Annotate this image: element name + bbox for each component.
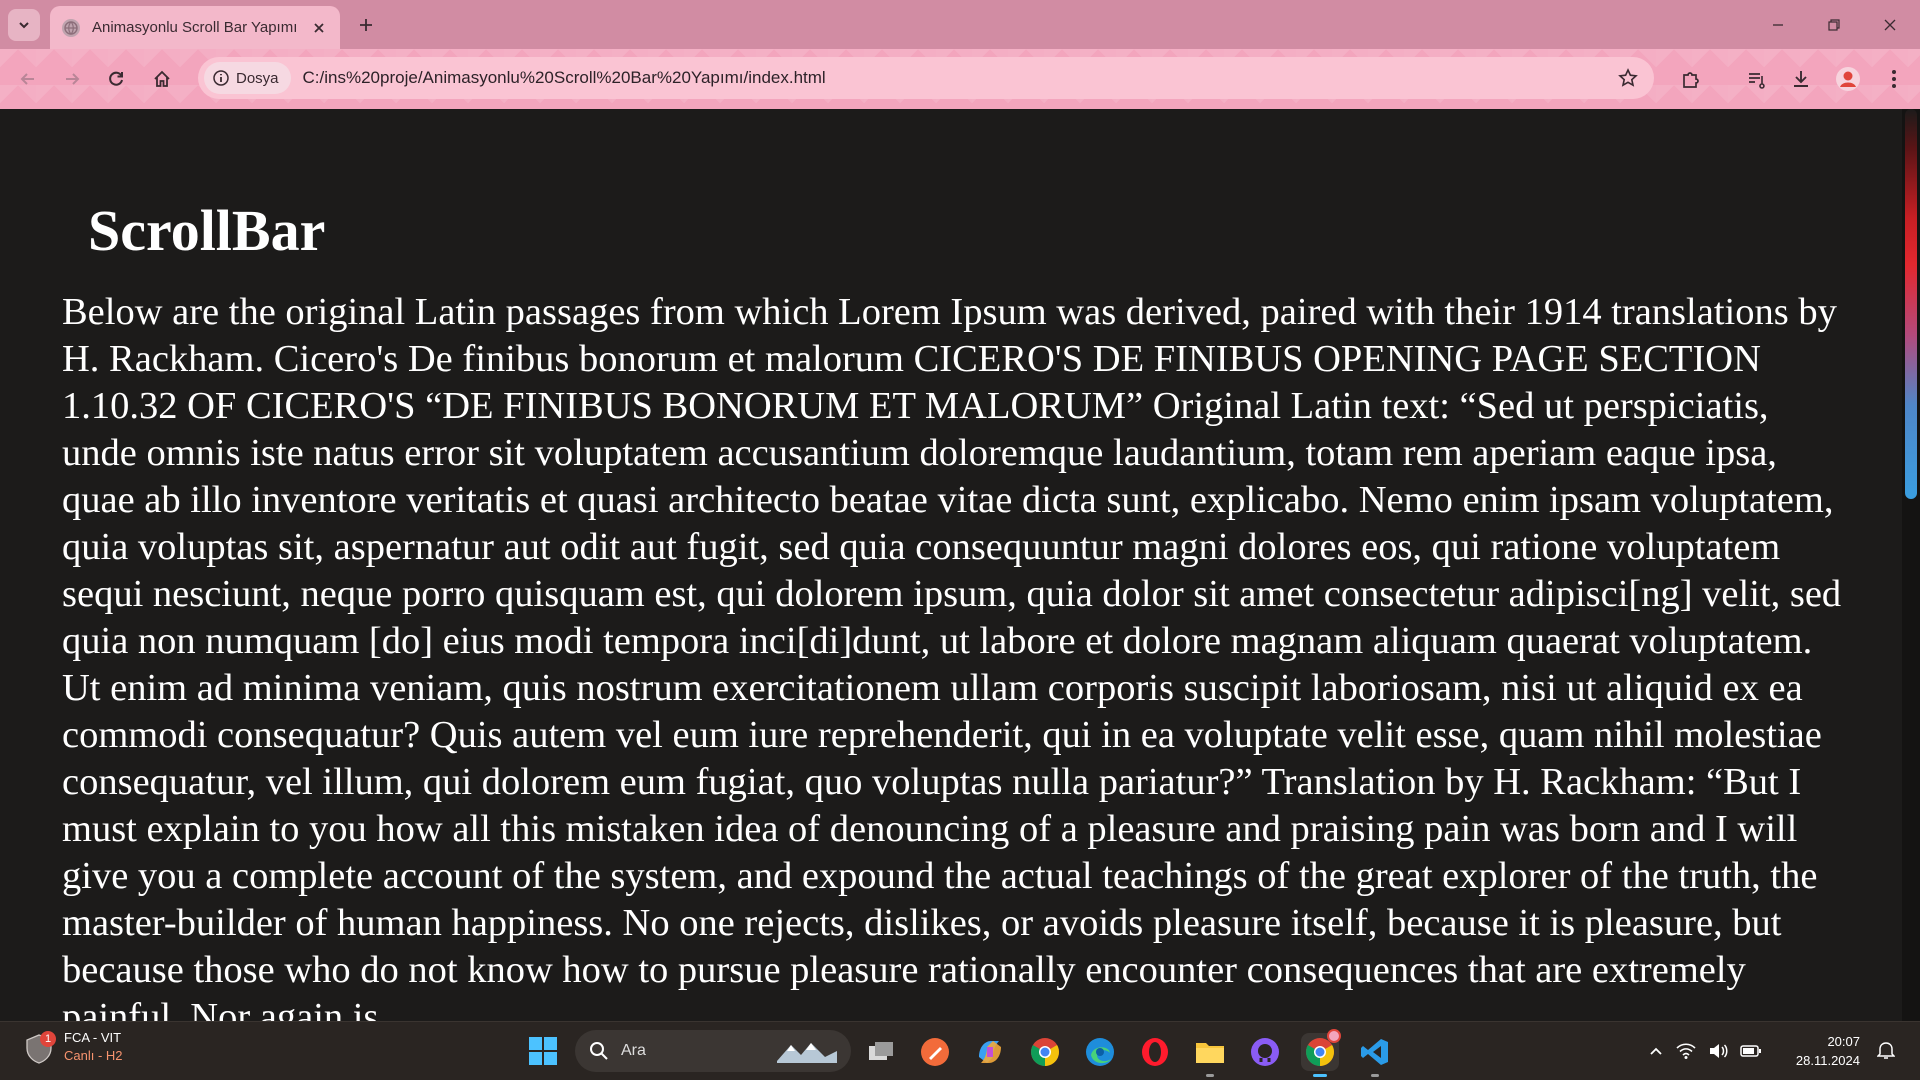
scrollbar-thumb[interactable] <box>1905 109 1917 499</box>
pen-app-icon <box>921 1038 949 1066</box>
taskbar-app-chrome-profile[interactable] <box>1301 1029 1341 1077</box>
wifi-icon[interactable] <box>1676 1042 1696 1060</box>
taskbar-app-github[interactable] <box>1246 1033 1284 1071</box>
tab-search-button[interactable] <box>8 9 40 41</box>
taskbar-app-copilot[interactable] <box>971 1033 1009 1071</box>
close-icon <box>1884 19 1896 30</box>
media-controls-button[interactable] <box>1739 61 1775 97</box>
puzzle-icon <box>1683 72 1699 88</box>
minimize-button[interactable] <box>1750 0 1806 49</box>
page-title: ScrollBar <box>88 198 326 263</box>
chrome-icon <box>1031 1038 1059 1066</box>
bookmark-button[interactable] <box>1612 62 1644 94</box>
extensions-button[interactable] <box>1673 61 1709 97</box>
browser-menu-button[interactable] <box>1876 61 1912 97</box>
page-paragraph: Below are the original Latin passages fr… <box>62 291 1842 1021</box>
new-tab-button[interactable] <box>352 11 380 39</box>
tab-strip: Animasyonlu Scroll Bar Yapımı <box>0 0 1920 49</box>
download-icon <box>1794 71 1808 87</box>
home-button[interactable] <box>144 61 180 97</box>
downloads-button[interactable] <box>1783 61 1819 97</box>
task-view-icon <box>869 1042 893 1060</box>
taskbar-app-vscode[interactable] <box>1356 1033 1394 1077</box>
arrow-left-icon <box>20 73 34 85</box>
copilot-icon <box>979 1041 1001 1063</box>
system-tray <box>1648 1030 1762 1072</box>
taskbar-search[interactable]: Ara <box>575 1030 851 1072</box>
taskbar-app-chrome[interactable] <box>1026 1033 1064 1071</box>
taskbar-app-sketch[interactable] <box>916 1033 954 1071</box>
opera-icon <box>1142 1038 1168 1066</box>
arrow-right-icon <box>66 73 80 85</box>
task-view-button[interactable] <box>862 1033 900 1071</box>
back-button[interactable] <box>10 61 46 97</box>
site-info-chip[interactable]: Dosya <box>204 62 291 94</box>
start-button[interactable] <box>526 1034 560 1068</box>
clock[interactable]: 20:07 28.11.2024 <box>1780 1032 1860 1070</box>
forward-button[interactable] <box>54 61 90 97</box>
web-page: ScrollBar Below are the original Latin p… <box>0 109 1920 1021</box>
battery-icon[interactable] <box>1740 1043 1762 1059</box>
profile-button[interactable] <box>1830 61 1866 97</box>
widget-subtitle: Canlı - H2 <box>64 1048 123 1063</box>
site-chip-label: Dosya <box>236 69 279 87</box>
chevron-up-icon[interactable] <box>1648 1043 1664 1059</box>
clock-time: 20:07 <box>1827 1034 1860 1049</box>
close-window-button[interactable] <box>1862 0 1918 49</box>
url-text[interactable]: C:/ins%20proje/Animasyonlu%20Scroll%20Ba… <box>303 68 826 88</box>
taskbar-app-opera[interactable] <box>1136 1033 1174 1071</box>
tab-title: Animasyonlu Scroll Bar Yapımı <box>92 19 298 36</box>
globe-icon <box>62 18 80 37</box>
info-icon <box>213 70 229 86</box>
search-icon <box>590 1042 608 1060</box>
edge-icon <box>1086 1038 1114 1066</box>
mountains-sketch-icon <box>777 1043 837 1063</box>
browser-tab[interactable]: Animasyonlu Scroll Bar Yapımı <box>50 6 340 49</box>
address-bar[interactable]: Dosya C:/ins%20proje/Animasyonlu%20Scrol… <box>198 57 1654 99</box>
active-indicator <box>1313 1074 1327 1077</box>
home-icon <box>154 70 170 87</box>
reload-icon <box>109 71 123 86</box>
running-indicator <box>1206 1074 1214 1077</box>
github-icon <box>1251 1038 1279 1066</box>
folder-icon <box>1196 1043 1224 1063</box>
volume-icon[interactable] <box>1708 1042 1728 1060</box>
taskbar: 1 FCA - VIT Canlı - H2 Ara 20:07 28.11.2… <box>0 1021 1920 1080</box>
close-icon <box>314 22 324 33</box>
scrollbar-track[interactable] <box>1902 109 1920 1021</box>
browser-toolbar: Dosya C:/ins%20proje/Animasyonlu%20Scrol… <box>0 49 1920 109</box>
vscode-icon <box>1361 1039 1388 1065</box>
star-icon <box>1618 68 1638 87</box>
running-indicator <box>1371 1074 1379 1077</box>
profile-badge-icon <box>1327 1029 1341 1043</box>
taskbar-app-edge[interactable] <box>1081 1033 1119 1071</box>
kebab-menu-icon <box>1892 70 1896 88</box>
widget-title: FCA - VIT <box>64 1030 122 1045</box>
avatar-icon <box>1836 67 1860 91</box>
minimize-icon <box>1773 23 1783 26</box>
shield-icon: 1 <box>24 1030 56 1064</box>
tab-close-button[interactable] <box>308 17 330 39</box>
notifications-button[interactable] <box>1874 1038 1898 1062</box>
playlist-icon <box>1749 73 1765 89</box>
reload-button[interactable] <box>98 61 134 97</box>
windows-logo-icon <box>529 1037 557 1065</box>
chevron-down-icon <box>19 22 29 29</box>
weather-widget[interactable]: 1 FCA - VIT Canlı - H2 <box>24 1030 123 1064</box>
notification-badge: 1 <box>40 1030 56 1047</box>
restore-button[interactable] <box>1806 0 1862 49</box>
plus-icon <box>360 19 372 31</box>
search-placeholder: Ara <box>621 1042 646 1059</box>
restore-icon <box>1828 18 1840 31</box>
clock-date: 28.11.2024 <box>1795 1053 1860 1068</box>
bell-icon <box>1877 1042 1895 1059</box>
taskbar-app-file-explorer[interactable] <box>1191 1033 1229 1077</box>
